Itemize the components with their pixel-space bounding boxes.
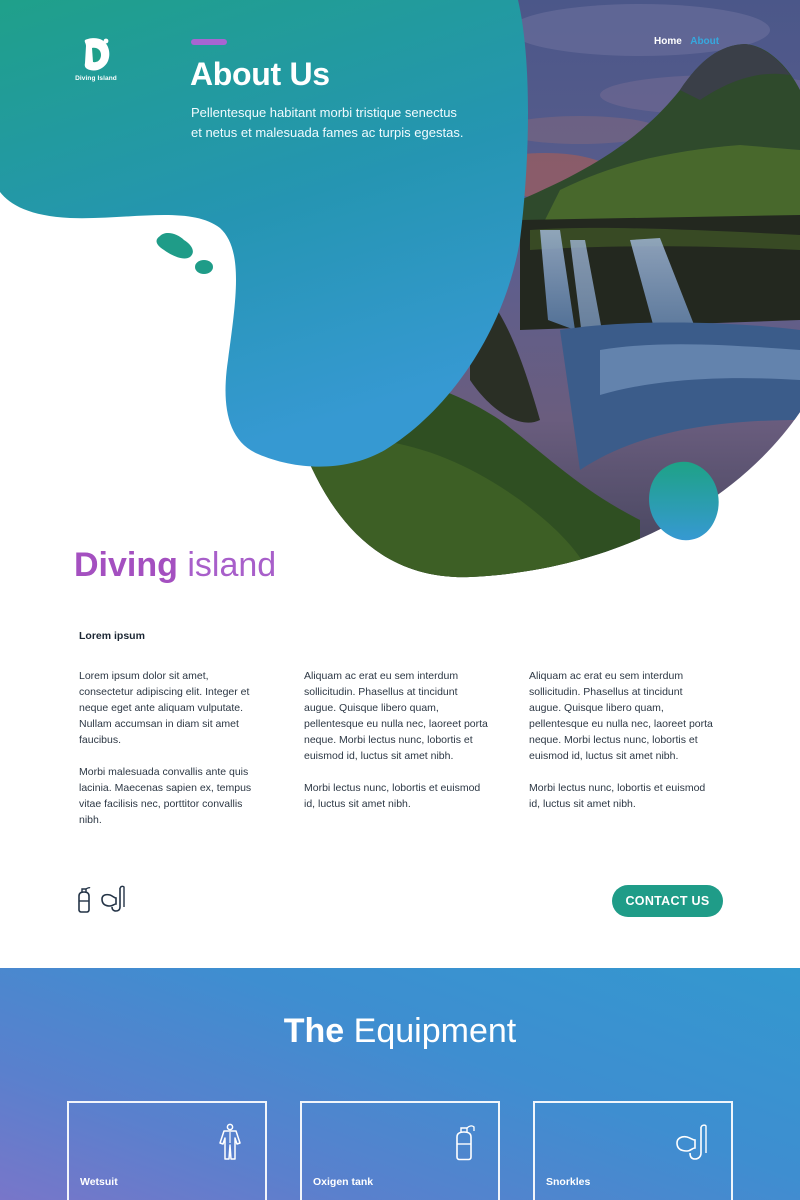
contact-us-button[interactable]: CONTACT US — [612, 885, 723, 917]
text-column-2: Aliquam ac erat eu sem interdum sollicit… — [304, 668, 489, 828]
oxygen-tank-icon — [78, 886, 91, 913]
intro-icons — [76, 885, 126, 913]
oxygen-tank-icon — [456, 1125, 475, 1161]
column-paragraph: Morbi lectus nunc, lobortis et euismod i… — [529, 782, 706, 810]
wetsuit-icon — [219, 1123, 241, 1160]
hero-artwork — [0, 0, 800, 578]
main-nav: Home About — [654, 36, 725, 47]
nav-about-link[interactable]: About — [690, 36, 719, 47]
section-heading-strong: Diving — [74, 546, 178, 584]
equipment-card-label: Wetsuit — [80, 1176, 118, 1188]
accent-bar — [191, 39, 227, 45]
column-paragraph: Morbi lectus nunc, lobortis et euismod i… — [304, 782, 481, 810]
nav-home-link[interactable]: Home — [654, 36, 682, 47]
equipment-title-light: Equipment — [353, 1012, 517, 1050]
section-heading-light: island — [187, 546, 277, 584]
text-column-3: Aliquam ac erat eu sem interdum sollicit… — [529, 668, 714, 828]
equipment-title-strong: The — [283, 1012, 345, 1050]
page-title: About Us — [190, 56, 330, 92]
equipment-card-label: Oxigen tank — [313, 1176, 374, 1188]
column-paragraph: Aliquam ac erat eu sem interdum sollicit… — [304, 670, 488, 762]
equipment-title: The Equipment — [0, 1012, 800, 1051]
equipment-section: The Equipment Wetsuit Oxigen tank Snorkl… — [0, 968, 800, 1200]
brand-logo[interactable]: Diving Island — [70, 36, 122, 82]
snorkel-icon — [676, 1124, 707, 1160]
equipment-card-snorkles[interactable]: Snorkles — [533, 1101, 733, 1200]
section-subheading: Lorem ipsum — [79, 630, 145, 642]
text-column-1: Lorem ipsum dolor sit amet, consectetur … — [79, 668, 264, 844]
diving-island-logo-icon — [84, 38, 110, 71]
snorkel-icon — [101, 885, 125, 912]
hero-description: Pellentesque habitant morbi tristique se… — [191, 105, 464, 140]
equipment-card-wetsuit[interactable]: Wetsuit — [67, 1101, 267, 1200]
equipment-card-oxygen-tank[interactable]: Oxigen tank — [300, 1101, 500, 1200]
column-paragraph: Lorem ipsum dolor sit amet, consectetur … — [79, 670, 250, 746]
brand-name: Diving Island — [75, 75, 117, 82]
section-heading: Diving island — [74, 546, 276, 585]
column-paragraph: Aliquam ac erat eu sem interdum sollicit… — [529, 670, 713, 762]
column-paragraph: Morbi malesuada convallis ante quis laci… — [79, 766, 252, 826]
equipment-card-label: Snorkles — [546, 1176, 591, 1188]
